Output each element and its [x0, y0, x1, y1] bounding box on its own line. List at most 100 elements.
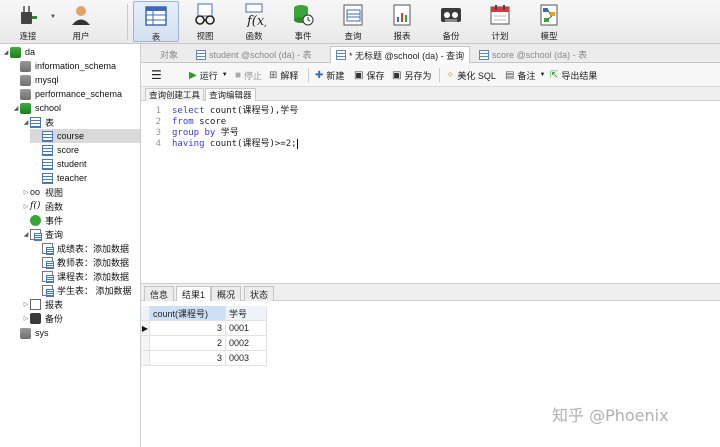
row-header[interactable]	[141, 351, 150, 366]
tree-db-school[interactable]: ◢ school	[12, 101, 61, 115]
save-as-button[interactable]: ▣ 另存为	[392, 68, 431, 82]
table-icon	[196, 49, 206, 60]
tab-query-builder[interactable]: 查询创建工具	[145, 88, 205, 101]
save-button[interactable]: ▣ 保存	[354, 68, 384, 82]
view-button[interactable]: 视图	[185, 1, 225, 42]
sql-text: score	[193, 117, 227, 127]
model-label: 模型	[540, 31, 558, 41]
tree-group-queries[interactable]: ◢ 查询	[22, 227, 63, 241]
tab-result1[interactable]: 结果1	[176, 286, 212, 301]
table-icon	[42, 130, 53, 142]
line-number: 2	[155, 117, 161, 127]
tree-query-item[interactable]: 学生表： 添加数据	[42, 283, 132, 297]
expand-arrow-icon[interactable]: ▷	[22, 301, 30, 308]
explain-button[interactable]: ⊞ 解释	[269, 68, 298, 82]
tree-db-mysql[interactable]: mysql	[12, 73, 59, 87]
object-tree[interactable]: ◢ da information_schema mysql performanc…	[0, 44, 141, 447]
column-header[interactable]: 学号	[226, 306, 267, 321]
text-cursor	[296, 139, 298, 149]
connect-dropdown-icon[interactable]: ▼	[50, 14, 56, 20]
table-cell[interactable]: 0001	[226, 321, 267, 336]
schedule-label: 计划	[491, 31, 509, 41]
user-button[interactable]: 用户	[62, 1, 100, 42]
code-line[interactable]: group by 学号	[172, 128, 239, 139]
table-cell[interactable]: 0002	[226, 336, 267, 351]
column-header[interactable]: count(课程号)	[150, 306, 226, 321]
table-cell[interactable]: 2	[150, 336, 226, 351]
comment-button[interactable]: ▤ 备注 ▼	[505, 68, 545, 82]
menu-icon[interactable]: ☰	[151, 68, 162, 82]
tree-query-item[interactable]: 教师表：添加数据	[42, 255, 129, 269]
report-button[interactable]: 报表	[382, 1, 422, 42]
current-row-icon[interactable]: ▶	[141, 321, 150, 336]
tab-student[interactable]: student @school (da) - 表	[191, 46, 317, 63]
save-label: 保存	[366, 70, 385, 81]
tab-status[interactable]: 状态	[244, 286, 275, 301]
function-button[interactable]: f(x) 函数	[234, 1, 274, 42]
function-label: 函数	[245, 31, 263, 41]
event-icon	[30, 214, 41, 226]
expand-arrow-icon[interactable]: ▷	[22, 189, 30, 196]
code-line[interactable]: having count(课程号)>=2;	[172, 139, 298, 150]
code-line[interactable]: from score	[172, 117, 226, 128]
sql-keyword: group by	[172, 128, 216, 138]
tree-group-tables[interactable]: ◢ 表	[22, 115, 54, 129]
expand-arrow-icon[interactable]: ▷	[22, 203, 30, 210]
query-button[interactable]: 查询	[333, 1, 373, 42]
event-button[interactable]: 事件	[283, 1, 323, 42]
tab-label: score @school (da) - 表	[492, 50, 588, 60]
tab-query-editor[interactable]: 查询编辑器	[205, 88, 256, 101]
tab-untitled-query[interactable]: * 无标题 @school (da) - 查询	[330, 46, 471, 63]
sql-editor[interactable]: 1 select count(课程号),学号 2 from score 3 gr…	[141, 101, 720, 283]
tree-group-views[interactable]: ▷ oo 视图	[22, 185, 63, 199]
table-button[interactable]: 表	[133, 1, 179, 42]
tree-db-performance-schema[interactable]: performance_schema	[12, 87, 122, 101]
beautify-sql-button[interactable]: ✧ 美化 SQL	[446, 68, 496, 82]
tree-db-information-schema[interactable]: information_schema	[12, 59, 116, 73]
tree-group-reports[interactable]: ▷ 报表	[22, 297, 63, 311]
tab-label: 结果1	[182, 289, 206, 300]
save-icon: ▣	[354, 69, 364, 81]
new-button[interactable]: ✚ 新建	[315, 68, 344, 82]
tree-group-backups[interactable]: ▷ 备份	[22, 311, 63, 325]
tab-objects[interactable]: 对象	[155, 46, 183, 63]
tree-table-teacher[interactable]: teacher	[42, 171, 87, 185]
row-header[interactable]	[141, 336, 150, 351]
tree-table-student[interactable]: student	[42, 157, 87, 171]
explain-label: 解释	[280, 70, 299, 81]
collapse-arrow-icon[interactable]: ◢	[22, 231, 30, 238]
collapse-arrow-icon[interactable]: ◢	[22, 119, 30, 126]
model-button[interactable]: 模型	[529, 1, 569, 42]
export-result-button[interactable]: ⇱ 导出结果	[550, 68, 597, 82]
tree-connection-da[interactable]: ◢ da	[2, 45, 35, 59]
tree-db-sys[interactable]: sys	[12, 326, 49, 340]
query-label: 查询	[344, 31, 362, 41]
run-button[interactable]: ▶ 运行 ▼	[189, 68, 228, 82]
tree-group-events[interactable]: 事件	[22, 213, 63, 227]
stop-button[interactable]: ■ 停止	[235, 68, 262, 82]
collapse-arrow-icon[interactable]: ◢	[2, 49, 10, 56]
chevron-down-icon[interactable]: ▼	[539, 72, 545, 78]
chevron-down-icon[interactable]: ▼	[222, 72, 228, 78]
tab-info[interactable]: 信息	[144, 286, 175, 301]
tree-table-course[interactable]: course	[30, 129, 140, 143]
tree-table-score[interactable]: score	[42, 143, 79, 157]
expand-arrow-icon[interactable]: ▷	[22, 315, 30, 322]
connect-button[interactable]: 连接	[6, 1, 50, 42]
schedule-button[interactable]: 计划	[480, 1, 520, 42]
tab-profile[interactable]: 概况	[211, 286, 242, 301]
backup-icon	[439, 3, 463, 27]
backup-button[interactable]: 备份	[431, 1, 471, 42]
collapse-arrow-icon[interactable]: ◢	[12, 105, 20, 112]
group-label: 视图	[45, 187, 64, 198]
tree-query-item[interactable]: 课程表：添加数据	[42, 269, 129, 283]
table-cell[interactable]: 3	[150, 321, 226, 336]
connection-icon	[10, 46, 21, 58]
new-icon: ✚	[315, 69, 324, 81]
table-cell[interactable]: 0003	[226, 351, 267, 366]
tree-group-functions[interactable]: ▷ f() 函数	[22, 199, 63, 213]
tab-score[interactable]: score @school (da) - 表	[474, 46, 592, 63]
table-cell[interactable]: 3	[150, 351, 226, 366]
code-line[interactable]: select count(课程号),学号	[172, 106, 298, 117]
tree-query-item[interactable]: 成绩表：添加数据	[42, 241, 129, 255]
